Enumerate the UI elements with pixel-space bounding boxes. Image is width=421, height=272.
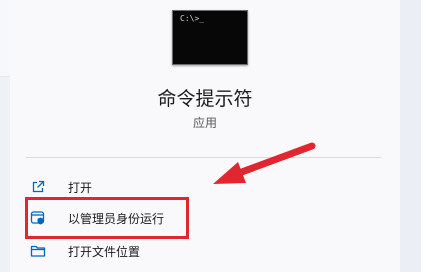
open-action-label: 打开 [68,180,93,195]
open-file-location-label: 打开文件位置 [68,244,141,259]
admin-shield-icon [28,208,48,228]
open-external-icon [28,177,48,197]
run-as-admin-action[interactable]: 以管理员身份运行 [28,204,348,232]
folder-icon [28,241,48,261]
left-background-strip [0,0,10,272]
open-action[interactable]: 打开 [28,173,348,201]
cmd-terminal-icon: C:\>_ [172,10,248,65]
open-file-location-action[interactable]: 打开文件位置 [28,237,348,265]
left-result-item[interactable] [0,0,10,77]
app-type-label: 应用 [192,116,217,130]
app-detail-panel: C:\>_ 命令提示符 应用 打开 以管理员身份运行 打开文件位置 [10,0,400,272]
prompt-glyph: C:\>_ [180,14,205,23]
run-as-admin-label: 以管理员身份运行 [68,211,165,226]
divider [26,157,381,158]
right-scroll-area [400,0,421,272]
app-title: 命令提示符 [157,88,253,110]
